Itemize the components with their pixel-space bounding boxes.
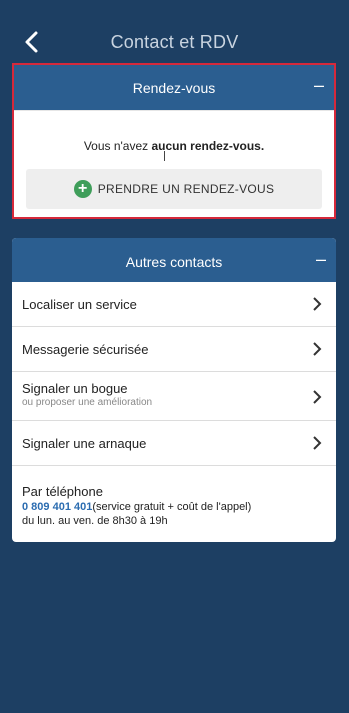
contact-item-label: Messagerie sécurisée bbox=[22, 342, 149, 357]
other-contacts-card: Autres contacts – Localiser un service M… bbox=[12, 238, 336, 542]
no-appointment-message: Vous n'avez aucun rendez-vous. bbox=[14, 139, 334, 153]
collapse-rendez-vous-icon[interactable]: – bbox=[314, 76, 324, 94]
chevron-right-icon bbox=[313, 436, 322, 450]
contact-item-sublabel: ou proposer une amélioration bbox=[22, 397, 153, 408]
contact-item-localiser[interactable]: Localiser un service bbox=[12, 282, 336, 327]
phone-contact-block: Par téléphone 0 809 401 401(service grat… bbox=[22, 485, 332, 528]
other-contacts-header[interactable]: Autres contacts – bbox=[12, 238, 336, 282]
app-header: Contact et RDV bbox=[0, 0, 349, 62]
rendez-vous-title: Rendez-vous bbox=[132, 80, 216, 96]
chevron-right-icon bbox=[313, 342, 322, 356]
other-contacts-title: Autres contacts bbox=[125, 254, 223, 270]
rendez-vous-header[interactable]: Rendez-vous – bbox=[14, 65, 334, 111]
contact-item-bogue[interactable]: Signaler un bogue ou proposer une amélio… bbox=[12, 372, 336, 421]
plus-circle-icon: + bbox=[73, 180, 92, 198]
chevron-right-icon bbox=[313, 390, 322, 404]
phone-line: 0 809 401 401(service gratuit + coût de … bbox=[22, 499, 332, 514]
rendez-vous-card: Rendez-vous – Vous n'avez aucun rendez-v… bbox=[12, 63, 336, 219]
contact-item-messagerie[interactable]: Messagerie sécurisée bbox=[12, 327, 336, 372]
message-prefix: Vous n'avez bbox=[83, 139, 152, 153]
contact-item-label: Signaler une arnaque bbox=[22, 436, 147, 451]
take-appointment-label: PRENDRE UN RENDEZ-VOUS bbox=[97, 182, 275, 196]
text-cursor bbox=[164, 151, 165, 161]
collapse-contacts-icon[interactable]: – bbox=[316, 250, 326, 268]
take-appointment-button[interactable]: + PRENDRE UN RENDEZ-VOUS bbox=[26, 169, 322, 209]
phone-title: Par téléphone bbox=[22, 484, 103, 499]
phone-number-link[interactable]: 0 809 401 401 bbox=[22, 501, 92, 513]
message-bold: aucun rendez-vous. bbox=[151, 139, 265, 153]
contact-item-label: Signaler un bogue bbox=[22, 381, 128, 396]
phone-note: (service gratuit + coût de l'appel) bbox=[92, 501, 252, 513]
chevron-right-icon bbox=[313, 297, 322, 311]
page-title: Contact et RDV bbox=[110, 32, 239, 52]
contact-item-arnaque[interactable]: Signaler une arnaque bbox=[12, 421, 336, 466]
contact-item-label: Localiser un service bbox=[22, 297, 137, 312]
phone-hours: du lun. au ven. de 8h30 à 19h bbox=[22, 515, 168, 527]
